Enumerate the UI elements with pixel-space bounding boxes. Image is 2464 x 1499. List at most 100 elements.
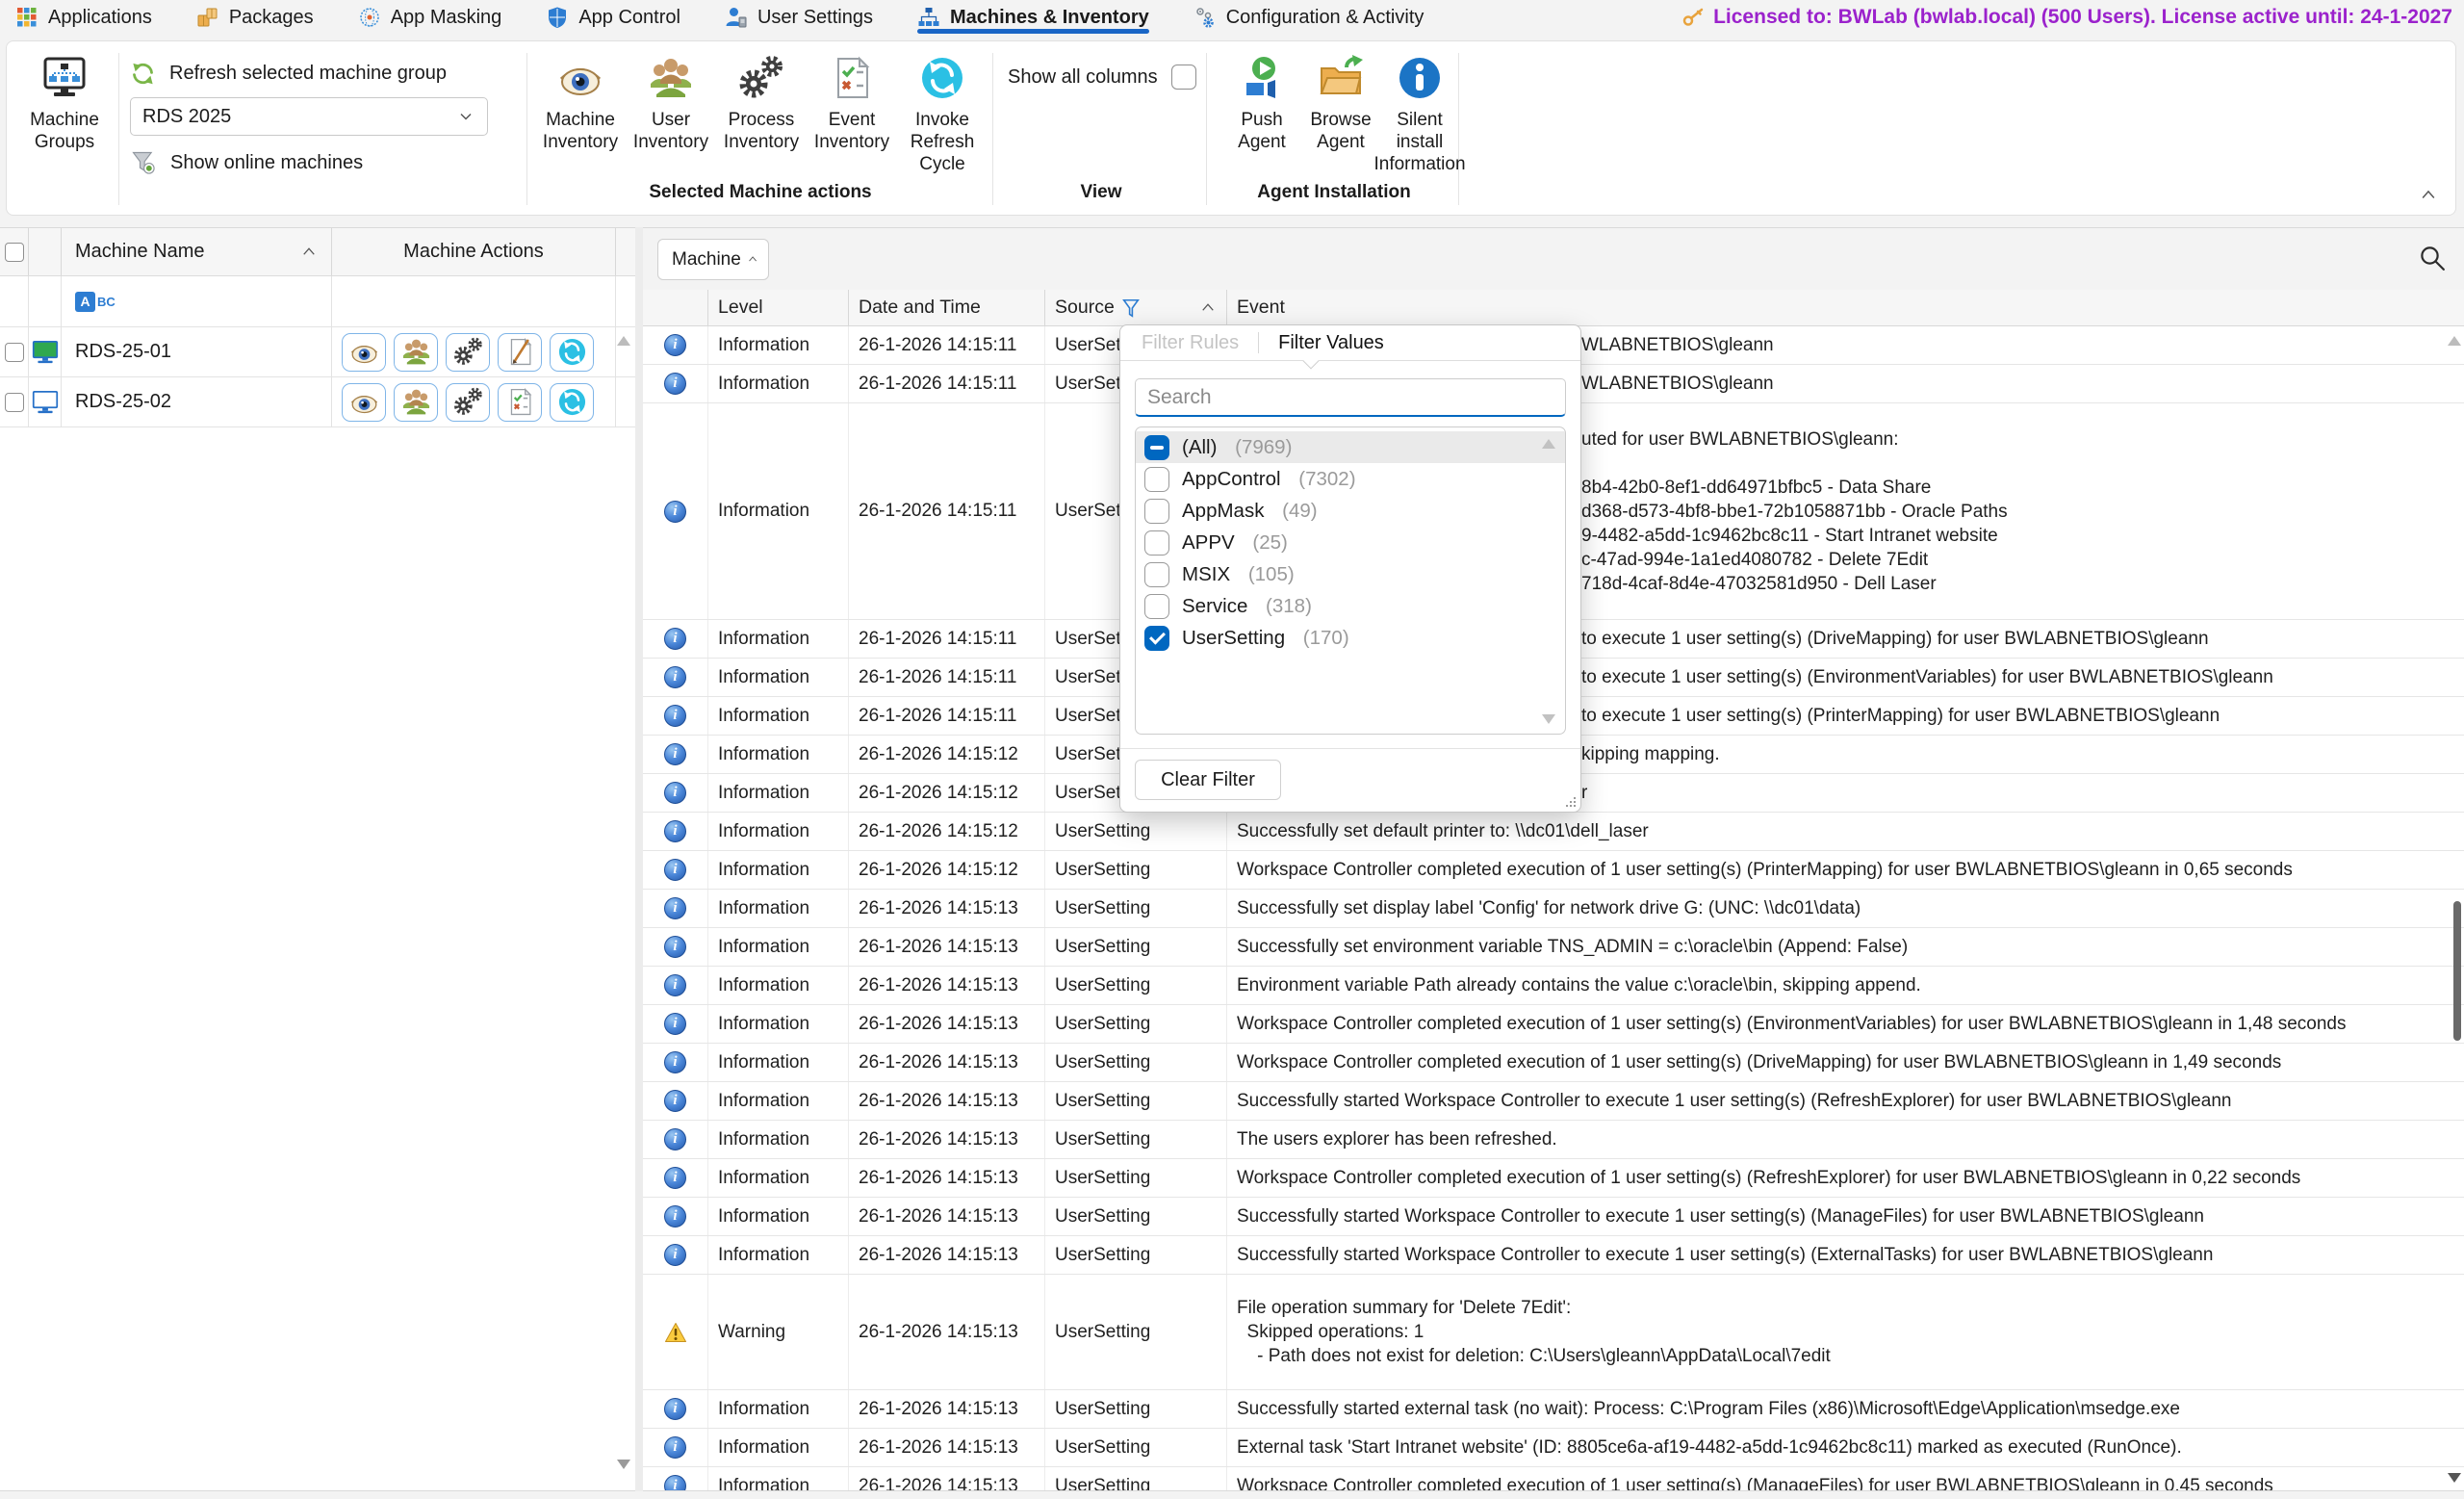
machine-row[interactable]: RDS-25-01: [0, 327, 635, 377]
tab-filter-values[interactable]: Filter Values: [1278, 332, 1384, 354]
machine-name-column-header[interactable]: Machine Name: [62, 228, 332, 275]
machine-group-select[interactable]: RDS 2025: [130, 97, 488, 136]
ribbon-button-machine-inventory[interactable]: MachineInventory: [534, 55, 627, 153]
refresh-machine-group-button[interactable]: Refresh selected machine group: [130, 61, 447, 87]
ribbon-button-user-inventory[interactable]: UserInventory: [625, 55, 717, 153]
panel-splitter[interactable]: [635, 227, 643, 1491]
search-icon[interactable]: [2418, 244, 2447, 272]
clear-filter-button[interactable]: Clear Filter: [1135, 760, 1281, 800]
menu-item-app-control[interactable]: App Control: [546, 0, 680, 35]
tab-filter-rules[interactable]: Filter Rules: [1142, 332, 1239, 354]
filter-value-item-usersetting[interactable]: UserSetting (170): [1136, 622, 1565, 654]
menu-item-app-masking[interactable]: App Masking: [358, 0, 502, 35]
machine-checkbox[interactable]: [5, 343, 24, 362]
event-row[interactable]: iInformation26-1-2026 14:15:12UserSettin…: [643, 851, 2464, 890]
filter-value-item-all[interactable]: (All) (7969): [1136, 431, 1565, 463]
scroll-down-arrow[interactable]: [2448, 1473, 2461, 1483]
event-text: to execute 1 user setting(s) (PrinterMap…: [1581, 706, 2220, 727]
machine-action-eye-icon[interactable]: [342, 383, 386, 422]
event-row[interactable]: iInformation26-1-2026 14:15:12UserSettin…: [643, 813, 2464, 851]
ribbon-button-label: UserInventory: [633, 109, 708, 153]
event-datetime-cell: 26-1-2026 14:15:13: [849, 1198, 1045, 1235]
datetime-column-header[interactable]: Date and Time: [849, 290, 1045, 325]
menu-item-packages[interactable]: Packages: [196, 0, 314, 35]
machine-name-filter-cell[interactable]: ABC: [62, 276, 332, 326]
machine-action-doc-check-icon[interactable]: [498, 383, 542, 422]
filter-value-item-appcontrol[interactable]: AppControl (7302): [1136, 463, 1565, 495]
menu-item-configuration-activity[interactable]: Configuration & Activity: [1194, 0, 1424, 35]
event-level-cell: Information: [708, 659, 849, 696]
filter-value-checkbox[interactable]: [1144, 594, 1169, 619]
machine-actions-filter-cell[interactable]: [332, 276, 616, 326]
ribbon-collapse-chevron-icon[interactable]: [2419, 186, 2438, 205]
filter-value-item-service[interactable]: Service (318): [1136, 590, 1565, 622]
machine-action-refresh-cyan-icon[interactable]: [550, 383, 594, 422]
filter-value-checkbox[interactable]: [1144, 626, 1169, 651]
event-column-header[interactable]: Event: [1227, 290, 2464, 325]
filter-value-checkbox[interactable]: [1144, 562, 1169, 587]
machine-name-cell[interactable]: RDS-25-02: [62, 377, 332, 426]
select-all-checkbox[interactable]: [5, 243, 24, 262]
event-row[interactable]: iInformation26-1-2026 14:15:13UserSettin…: [643, 967, 2464, 1005]
machine-action-doc-edit-icon[interactable]: [498, 333, 542, 372]
filter-value-item-appmask[interactable]: AppMask (49): [1136, 495, 1565, 527]
show-all-columns-toggle[interactable]: Show all columns: [1008, 65, 1196, 90]
event-row[interactable]: iInformation26-1-2026 14:15:13UserSettin…: [643, 1236, 2464, 1275]
level-icon-column-header: [643, 290, 708, 325]
show-all-columns-checkbox[interactable]: [1171, 65, 1196, 90]
event-row[interactable]: iInformation26-1-2026 14:15:13UserSettin…: [643, 1159, 2464, 1198]
resize-grip[interactable]: [1564, 795, 1576, 807]
event-text: The users explorer has been refreshed.: [1237, 1129, 1557, 1150]
scroll-up-arrow[interactable]: [2448, 336, 2461, 346]
event-row[interactable]: iInformation26-1-2026 14:15:13UserSettin…: [643, 1121, 2464, 1159]
filter-value-checkbox[interactable]: [1144, 467, 1169, 492]
event-row[interactable]: iInformation26-1-2026 14:15:13UserSettin…: [643, 1044, 2464, 1082]
machine-row[interactable]: RDS-25-02: [0, 377, 635, 427]
menu-item-machines-inventory[interactable]: Machines & Inventory: [917, 0, 1149, 35]
machine-action-refresh-cyan-icon[interactable]: [550, 333, 594, 372]
event-row[interactable]: iInformation26-1-2026 14:15:13UserSettin…: [643, 1082, 2464, 1121]
machine-action-gears-icon[interactable]: [446, 333, 490, 372]
filter-value-checkbox[interactable]: [1144, 499, 1169, 524]
machine-groups-button[interactable]: Machine Groups: [16, 55, 113, 153]
machine-action-gears-icon[interactable]: [446, 383, 490, 422]
filter-search-input[interactable]: [1135, 378, 1566, 417]
machine-status-cell: [29, 377, 62, 426]
list-scroll-down-arrow[interactable]: [1542, 714, 1555, 724]
information-icon: i: [664, 743, 686, 765]
scrollbar-thumb[interactable]: [2453, 901, 2461, 1041]
machine-name-cell[interactable]: RDS-25-01: [62, 327, 332, 376]
menu-item-applications[interactable]: Applications: [15, 0, 152, 35]
ribbon-button-event-inventory[interactable]: EventInventory: [806, 55, 898, 153]
machine-action-users-icon[interactable]: [394, 333, 438, 372]
ribbon-button-process-inventory[interactable]: ProcessInventory: [715, 55, 808, 153]
event-row[interactable]: iInformation26-1-2026 14:15:13UserSettin…: [643, 1390, 2464, 1429]
filter-funnel-icon[interactable]: [1120, 297, 1142, 319]
filter-value-item-msix[interactable]: MSIX (105): [1136, 558, 1565, 590]
filter-value-checkbox[interactable]: [1144, 530, 1169, 556]
group-by-machine-chip[interactable]: Machine: [657, 239, 769, 280]
source-column-header[interactable]: Source: [1045, 290, 1227, 325]
filter-value-item-appv[interactable]: APPV (25): [1136, 527, 1565, 558]
list-scroll-up-arrow[interactable]: [1542, 439, 1555, 449]
machine-actions-header-label: Machine Actions: [403, 241, 544, 263]
ribbon-button-invoke-refresh-cycle[interactable]: InvokeRefresh Cycle: [896, 55, 988, 175]
ribbon-button-silent-install-information[interactable]: Silent installInformation: [1373, 55, 1466, 175]
event-row[interactable]: iInformation26-1-2026 14:15:13UserSettin…: [643, 928, 2464, 967]
event-row[interactable]: iInformation26-1-2026 14:15:13UserSettin…: [643, 1198, 2464, 1236]
level-column-header[interactable]: Level: [708, 290, 849, 325]
show-online-machines-button[interactable]: Show online machines: [130, 149, 363, 176]
event-level-cell: Information: [708, 1198, 849, 1235]
machine-action-eye-icon[interactable]: [342, 333, 386, 372]
event-row[interactable]: iInformation26-1-2026 14:15:13UserSettin…: [643, 1467, 2464, 1490]
menu-item-user-settings[interactable]: User Settings: [725, 0, 873, 35]
event-row[interactable]: iInformation26-1-2026 14:15:13UserSettin…: [643, 890, 2464, 928]
scroll-up-arrow[interactable]: [617, 336, 630, 346]
machine-checkbox[interactable]: [5, 393, 24, 412]
event-row[interactable]: iInformation26-1-2026 14:15:13UserSettin…: [643, 1429, 2464, 1467]
scroll-down-arrow[interactable]: [617, 1460, 630, 1469]
filter-value-checkbox[interactable]: [1144, 435, 1169, 460]
machine-action-users-icon[interactable]: [394, 383, 438, 422]
event-row[interactable]: Warning26-1-2026 14:15:13UserSettingFile…: [643, 1275, 2464, 1390]
event-row[interactable]: iInformation26-1-2026 14:15:13UserSettin…: [643, 1005, 2464, 1044]
